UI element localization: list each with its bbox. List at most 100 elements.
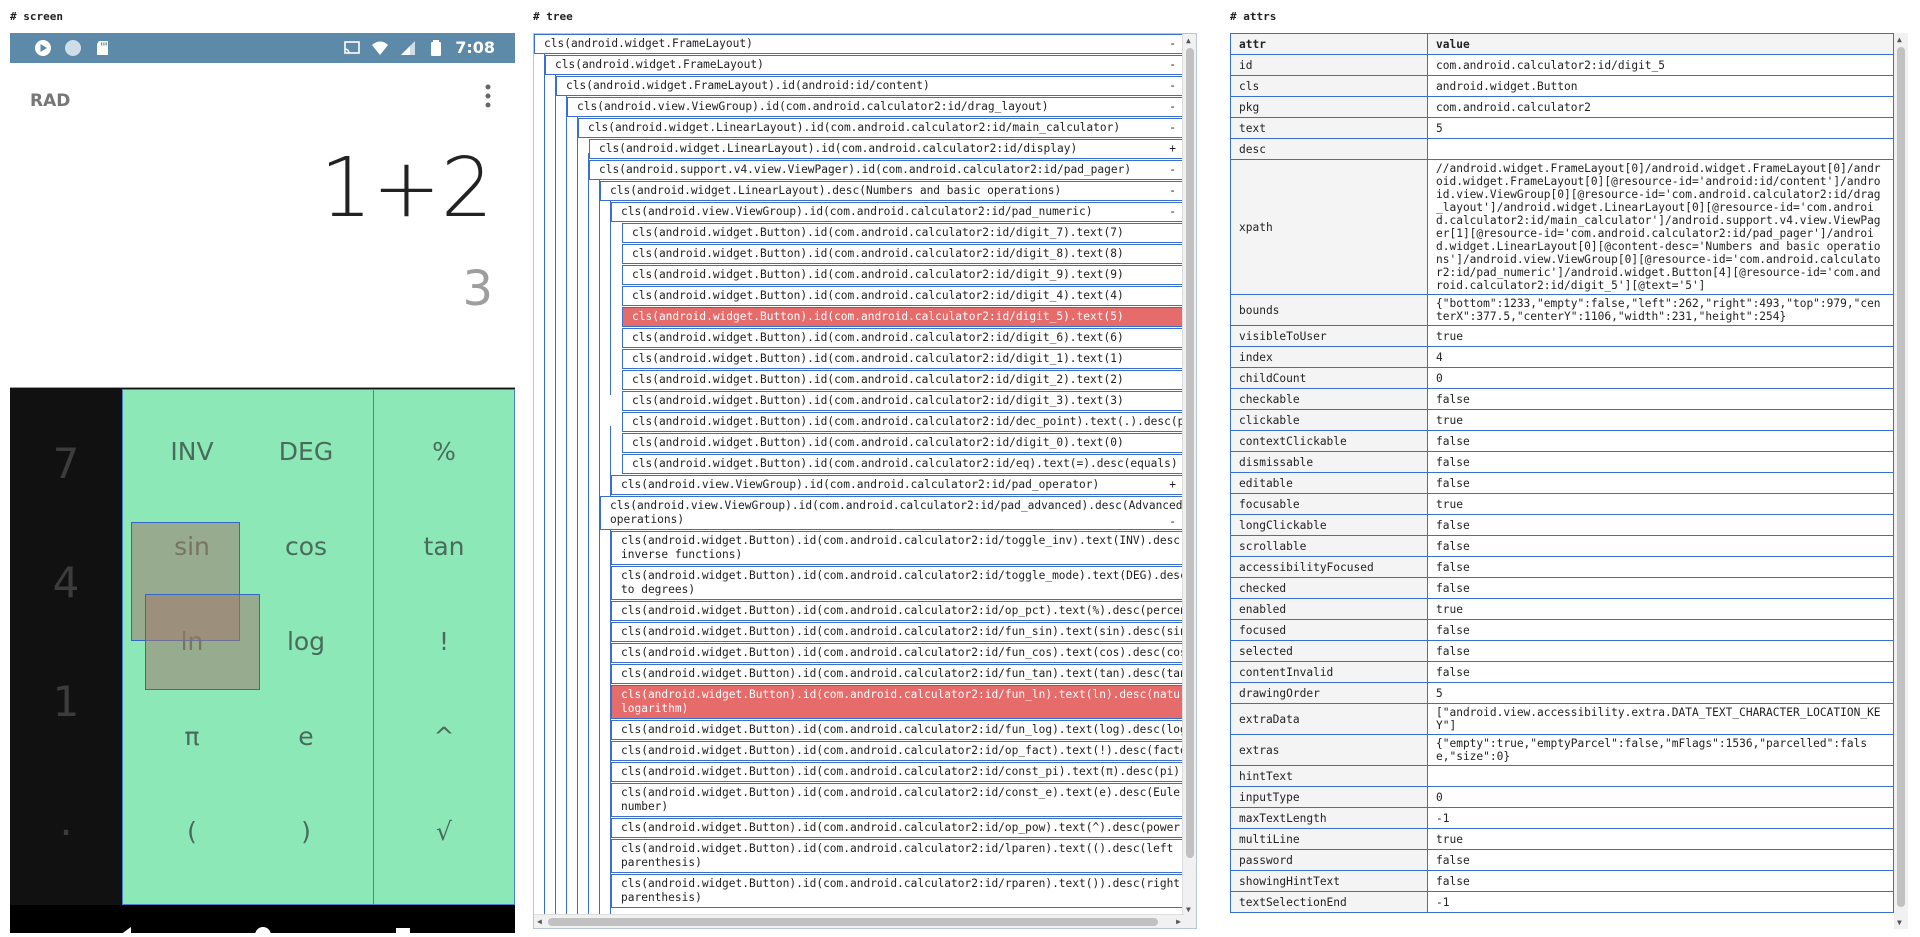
attr-value[interactable]: com.android.calculator2:id/digit_5 <box>1427 54 1894 76</box>
collapse-toggle[interactable]: - <box>1169 58 1176 72</box>
tree-node[interactable]: cls(android.view.ViewGroup).id(com.andro… <box>600 496 1184 530</box>
collapse-toggle[interactable]: - <box>1169 79 1176 93</box>
collapse-toggle[interactable]: - <box>1169 100 1176 114</box>
percent-button[interactable]: % <box>387 437 501 466</box>
e-button[interactable]: e <box>249 722 363 751</box>
tree-horizontal-scrollbar[interactable]: ◀ ▶ <box>534 914 1184 928</box>
tree-node[interactable]: cls(android.widget.Button).id(com.androi… <box>622 370 1184 390</box>
expand-toggle[interactable]: + <box>1169 142 1176 156</box>
attr-value[interactable]: 5 <box>1427 682 1894 704</box>
tree-node[interactable]: cls(android.widget.FrameLayout) - <box>545 55 1184 75</box>
tree-horizontal-scroll-thumb[interactable] <box>548 918 1158 926</box>
attr-value[interactable]: true <box>1427 325 1894 347</box>
scroll-right-icon[interactable]: ▶ <box>1176 917 1181 926</box>
tree-node[interactable]: cls(android.widget.Button).id(com.androi… <box>611 762 1184 782</box>
attr-value[interactable]: false <box>1427 451 1894 473</box>
power-button[interactable]: ^ <box>387 722 501 751</box>
device-screen[interactable]: 7:08 RAD 1+2 3 7 4 1 . INV DEG % sin cos… <box>10 33 515 933</box>
left-paren-button[interactable]: ( <box>135 817 249 846</box>
tree-node-selected[interactable]: cls(android.widget.Button).id(com.androi… <box>611 685 1184 719</box>
back-icon[interactable] <box>116 925 136 933</box>
attr-value[interactable]: false <box>1427 661 1894 683</box>
attr-value[interactable]: false <box>1427 472 1894 494</box>
tree-node[interactable]: cls(android.widget.Button).id(com.androi… <box>611 720 1184 740</box>
collapse-toggle[interactable]: - <box>1169 515 1176 529</box>
tree-node[interactable]: cls(android.view.ViewGroup).id(com.andro… <box>611 475 1184 495</box>
home-icon[interactable] <box>253 925 273 933</box>
scroll-up-icon[interactable]: ▲ <box>1897 35 1902 44</box>
log-button[interactable]: log <box>249 627 363 656</box>
right-paren-button[interactable]: ) <box>249 817 363 846</box>
tree-vertical-scrollbar[interactable]: ▲ ▼ <box>1182 34 1196 928</box>
tree-vertical-scroll-thumb[interactable] <box>1186 48 1194 858</box>
pi-button[interactable]: π <box>135 722 249 751</box>
collapse-toggle[interactable]: - <box>1169 163 1176 177</box>
tree-node[interactable]: cls(android.widget.FrameLayout) - <box>534 34 1184 54</box>
digit-1-button[interactable]: 1 <box>10 677 122 726</box>
attr-value[interactable] <box>1427 765 1894 787</box>
attr-value[interactable]: 4 <box>1427 346 1894 368</box>
attributes-panel[interactable]: attr value id com.android.calculator2:id/… <box>1230 33 1910 929</box>
tree-node[interactable]: cls(android.widget.LinearLayout).id(com.… <box>589 139 1184 159</box>
attr-value[interactable]: false <box>1427 556 1894 578</box>
attr-value[interactable]: true <box>1427 598 1894 620</box>
tree-node[interactable]: cls(android.widget.Button).id(com.androi… <box>611 664 1184 684</box>
ln-button[interactable]: ln <box>135 627 249 656</box>
attr-value[interactable]: 0 <box>1427 786 1894 808</box>
attr-value[interactable]: true <box>1427 409 1894 431</box>
sin-button[interactable]: sin <box>135 532 249 561</box>
collapse-toggle[interactable]: - <box>1169 37 1176 51</box>
scroll-up-icon[interactable]: ▲ <box>1186 36 1191 45</box>
tree-node[interactable]: cls(android.view.ViewGroup).id(com.andro… <box>567 97 1184 117</box>
tree-node[interactable]: cls(android.widget.Button).id(com.androi… <box>611 783 1184 817</box>
scroll-left-icon[interactable]: ◀ <box>537 917 542 926</box>
attr-value[interactable]: -1 <box>1427 891 1894 913</box>
tree-node[interactable]: cls(android.support.v4.view.ViewPager).i… <box>589 160 1184 180</box>
tree-node[interactable]: cls(android.widget.Button).id(com.androi… <box>622 433 1184 453</box>
tree-node[interactable]: cls(android.widget.Button).id(com.androi… <box>622 265 1184 285</box>
attrs-vertical-scroll-thumb[interactable] <box>1897 47 1905 907</box>
attr-value[interactable]: false <box>1427 640 1894 662</box>
formula-text[interactable]: 1+2 <box>320 141 493 236</box>
tree-node[interactable]: cls(android.widget.Button).id(com.androi… <box>611 741 1184 761</box>
attr-value[interactable]: -1 <box>1427 807 1894 829</box>
cos-button[interactable]: cos <box>249 532 363 561</box>
tree-node[interactable]: cls(android.widget.LinearLayout).id(com.… <box>578 118 1184 138</box>
tree-node[interactable]: cls(android.widget.Button).id(com.androi… <box>622 412 1184 432</box>
sqrt-button[interactable]: √ <box>387 817 501 846</box>
attr-value[interactable]: false <box>1427 619 1894 641</box>
tree-node[interactable]: cls(android.widget.Button).id(com.androi… <box>622 328 1184 348</box>
digit-7-button[interactable]: 7 <box>10 439 122 488</box>
tree-node[interactable]: cls(android.widget.Button).id(com.androi… <box>611 601 1184 621</box>
attr-value[interactable]: {"bottom":1233,"empty":false,"left":262,… <box>1427 294 1894 326</box>
attr-value[interactable]: false <box>1427 388 1894 410</box>
collapse-toggle[interactable]: - <box>1169 121 1176 135</box>
tree-node[interactable]: cls(android.widget.Button).id(com.androi… <box>611 874 1184 908</box>
attr-value[interactable]: true <box>1427 493 1894 515</box>
hierarchy-tree-panel[interactable]: cls(android.widget.FrameLayout) - cls(and… <box>533 33 1197 929</box>
attr-value[interactable]: true <box>1427 828 1894 850</box>
collapse-toggle[interactable]: - <box>1169 184 1176 198</box>
deg-button[interactable]: DEG <box>249 437 363 466</box>
tree-node[interactable]: cls(android.widget.Button).id(com.androi… <box>622 349 1184 369</box>
tree-node[interactable]: cls(android.widget.Button).id(com.androi… <box>611 839 1184 873</box>
overflow-menu-icon[interactable] <box>483 83 493 109</box>
inv-button[interactable]: INV <box>135 437 249 466</box>
scroll-down-icon[interactable]: ▼ <box>1897 918 1902 927</box>
tree-node[interactable]: cls(android.widget.FrameLayout).id(andro… <box>556 76 1184 96</box>
collapse-toggle[interactable]: - <box>1169 205 1176 219</box>
tree-node[interactable]: cls(android.widget.Button).id(com.androi… <box>622 223 1184 243</box>
recents-icon[interactable] <box>393 925 413 933</box>
tree-node[interactable]: cls(android.widget.Button).id(com.androi… <box>622 391 1184 411</box>
attr-value[interactable]: //android.widget.FrameLayout[0]/android.… <box>1427 159 1894 295</box>
factorial-button[interactable]: ! <box>387 627 501 656</box>
tree-node[interactable]: cls(android.widget.Button).id(com.androi… <box>611 818 1184 838</box>
tree-node[interactable]: cls(android.widget.Button).id(com.androi… <box>611 566 1184 600</box>
attr-value[interactable]: false <box>1427 849 1894 871</box>
attr-value[interactable]: false <box>1427 514 1894 536</box>
decimal-point-button[interactable]: . <box>10 796 122 845</box>
attr-value[interactable]: false <box>1427 430 1894 452</box>
attr-value[interactable]: android.widget.Button <box>1427 75 1894 97</box>
tan-button[interactable]: tan <box>387 532 501 561</box>
attr-value[interactable]: {"empty":true,"emptyParcel":false,"mFlag… <box>1427 734 1894 766</box>
